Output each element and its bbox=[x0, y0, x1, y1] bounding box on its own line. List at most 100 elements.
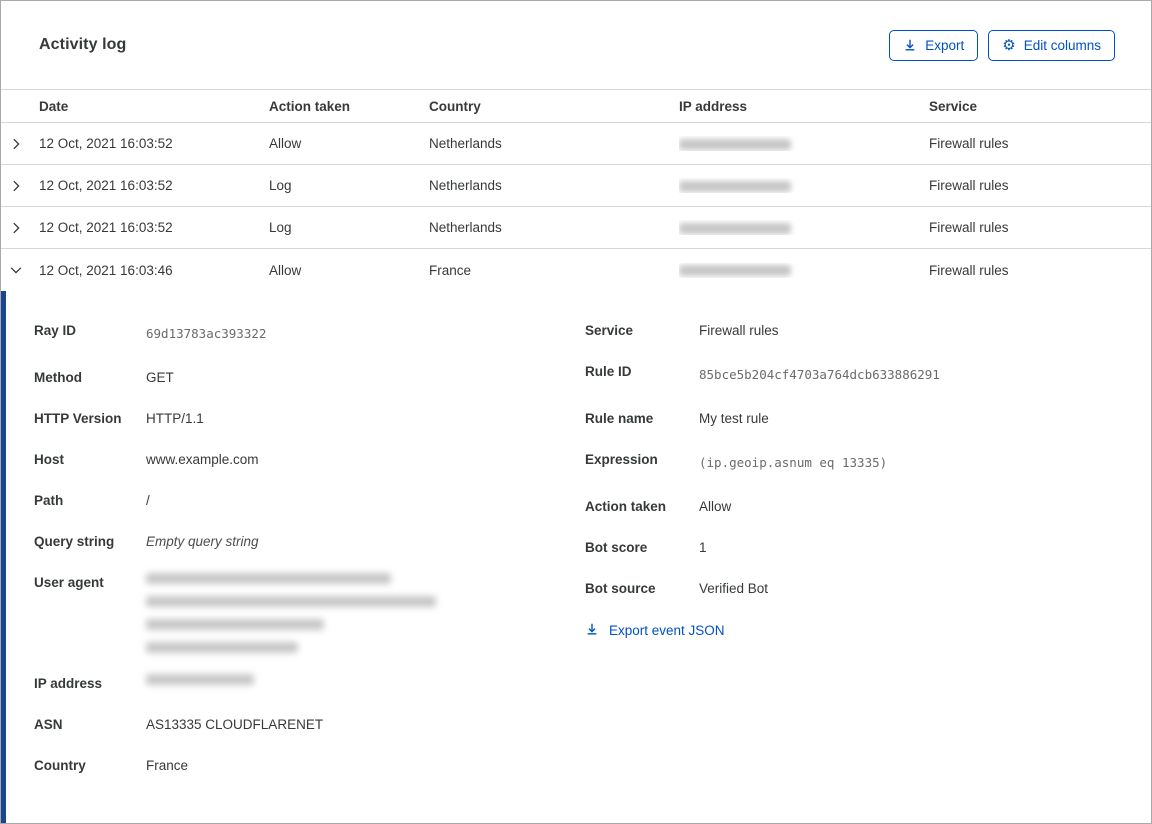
column-header-action-taken: Action taken bbox=[269, 98, 351, 114]
table-row-3[interactable]: 12 Oct, 2021 16:03:52 Log Netherlands Fi… bbox=[1, 207, 1151, 249]
detail-field-http-version: HTTP Version HTTP/1.1 bbox=[34, 409, 570, 429]
detail-field-value: www.example.com bbox=[146, 452, 259, 467]
detail-field-country: Country France bbox=[34, 756, 570, 776]
redacted-ip bbox=[679, 222, 791, 234]
redacted-value bbox=[146, 596, 436, 607]
detail-field-label: Method bbox=[34, 370, 82, 385]
detail-field-value bbox=[146, 674, 254, 694]
row-date: 12 Oct, 2021 16:03:52 bbox=[39, 136, 173, 151]
detail-field-label: Service bbox=[585, 323, 634, 338]
row-service: Firewall rules bbox=[929, 262, 1009, 278]
detail-field-bot-score: Bot score 1 bbox=[585, 538, 1131, 558]
row-ip-address bbox=[679, 263, 929, 278]
detail-field-label: User agent bbox=[34, 575, 104, 590]
row-service: Firewall rules bbox=[929, 220, 1009, 235]
redacted-ip bbox=[679, 138, 791, 150]
detail-field-host: Host www.example.com bbox=[34, 450, 570, 470]
detail-field-method: Method GET bbox=[34, 368, 570, 388]
chevron-right-icon[interactable] bbox=[1, 137, 39, 151]
redacted-value bbox=[146, 573, 391, 584]
detail-field-label: Expression bbox=[585, 452, 658, 467]
export-event-json-label: Export event JSON bbox=[609, 623, 725, 638]
detail-field-value: Firewall rules bbox=[699, 323, 779, 338]
detail-field-label: Action taken bbox=[585, 499, 667, 514]
detail-field-ray-id: Ray ID 69d13783ac393322 bbox=[34, 321, 570, 347]
detail-field-value: GET bbox=[146, 370, 174, 385]
detail-field-label: Rule name bbox=[585, 411, 654, 426]
detail-field-value bbox=[146, 573, 436, 653]
row-date: 12 Oct, 2021 16:03:46 bbox=[39, 262, 173, 278]
row-country: Netherlands bbox=[429, 136, 502, 151]
download-icon bbox=[903, 38, 917, 52]
topbar-actions: Export ⚙ Edit columns bbox=[889, 29, 1115, 61]
row-ip-address bbox=[679, 220, 929, 235]
detail-field-value: 85bce5b204cf4703a764dcb633886291 bbox=[699, 367, 940, 382]
table-row-4[interactable]: 12 Oct, 2021 16:03:46 Allow France Firew… bbox=[1, 249, 1151, 291]
gear-icon: ⚙ bbox=[1002, 36, 1016, 54]
row-ip-address bbox=[679, 178, 929, 193]
detail-field-user-agent: User agent bbox=[34, 573, 570, 653]
export-event-json-link[interactable]: Export event JSON bbox=[585, 622, 725, 639]
detail-field-label: Query string bbox=[34, 534, 115, 549]
row-action-taken: Log bbox=[269, 178, 292, 193]
detail-left-column: Ray ID 69d13783ac393322 Method GET HTTP Vers… bbox=[34, 321, 570, 803]
detail-field-label: Host bbox=[34, 452, 64, 467]
detail-field-value: My test rule bbox=[699, 411, 769, 426]
table-row-1[interactable]: 12 Oct, 2021 16:03:52 Allow Netherlands … bbox=[1, 123, 1151, 165]
column-header-ip-address: IP address bbox=[679, 98, 748, 114]
row-action-taken: Log bbox=[269, 220, 292, 235]
detail-field-query-string: Query string Empty query string bbox=[34, 532, 570, 552]
detail-field-value: AS13335 CLOUDFLARENET bbox=[146, 717, 324, 732]
activity-log-window: Activity log Export ⚙ Edit columns Date … bbox=[0, 0, 1152, 824]
detail-field-label: ASN bbox=[34, 717, 63, 732]
detail-field-label: Path bbox=[34, 493, 64, 508]
redacted-value bbox=[146, 619, 324, 630]
redacted-value bbox=[146, 674, 254, 685]
table-header-row: Date Action taken Country IP address Ser… bbox=[1, 89, 1151, 123]
table-row-2[interactable]: 12 Oct, 2021 16:03:52 Log Netherlands Fi… bbox=[1, 165, 1151, 207]
chevron-down-icon[interactable] bbox=[1, 263, 39, 277]
detail-field-value: 69d13783ac393322 bbox=[146, 326, 267, 341]
detail-field-value: (ip.geoip.asnum eq 13335) bbox=[699, 455, 888, 470]
row-service: Firewall rules bbox=[929, 136, 1009, 151]
activity-log-table: Date Action taken Country IP address Ser… bbox=[1, 89, 1151, 291]
edit-columns-button[interactable]: ⚙ Edit columns bbox=[988, 29, 1115, 61]
column-header-country: Country bbox=[429, 98, 481, 114]
detail-field-label: Bot source bbox=[585, 581, 656, 596]
detail-field-label: Country bbox=[34, 758, 86, 773]
row-date: 12 Oct, 2021 16:03:52 bbox=[39, 178, 173, 193]
row-date: 12 Oct, 2021 16:03:52 bbox=[39, 220, 173, 235]
edit-columns-button-label: Edit columns bbox=[1023, 37, 1101, 53]
detail-field-label: Bot score bbox=[585, 540, 648, 555]
detail-field-label: HTTP Version bbox=[34, 411, 122, 426]
detail-field-value: HTTP/1.1 bbox=[146, 411, 204, 426]
detail-field-rule-id: Rule ID 85bce5b204cf4703a764dcb633886291 bbox=[585, 362, 1131, 388]
row-country: Netherlands bbox=[429, 220, 502, 235]
detail-field-path: Path / bbox=[34, 491, 570, 511]
detail-right-column: Service Firewall rules Rule ID 85bce5b204cf… bbox=[585, 321, 1131, 803]
row-service: Firewall rules bbox=[929, 178, 1009, 193]
detail-field-asn: ASN AS13335 CLOUDFLARENET bbox=[34, 715, 570, 735]
detail-field-value: 1 bbox=[699, 540, 707, 555]
redacted-value bbox=[146, 642, 298, 653]
row-action-taken: Allow bbox=[269, 136, 302, 151]
row-ip-address bbox=[679, 136, 929, 151]
detail-field-action-taken: Action taken Allow bbox=[585, 497, 1131, 517]
redacted-ip bbox=[679, 265, 791, 277]
download-icon bbox=[585, 622, 599, 639]
chevron-right-icon[interactable] bbox=[1, 221, 39, 235]
chevron-right-icon[interactable] bbox=[1, 179, 39, 193]
detail-field-service: Service Firewall rules bbox=[585, 321, 1131, 341]
detail-field-label: IP address bbox=[34, 676, 103, 691]
event-detail-panel: Ray ID 69d13783ac393322 Method GET HTTP Vers… bbox=[1, 291, 1151, 823]
redacted-ip bbox=[679, 180, 791, 192]
column-header-service: Service bbox=[929, 98, 978, 114]
row-country: Netherlands bbox=[429, 178, 502, 193]
row-action-taken: Allow bbox=[269, 262, 302, 278]
detail-field-value: Verified Bot bbox=[699, 581, 769, 596]
export-button[interactable]: Export bbox=[889, 29, 979, 61]
detail-field-label: Ray ID bbox=[34, 323, 77, 338]
row-country: France bbox=[429, 262, 472, 278]
topbar: Activity log Export ⚙ Edit columns bbox=[1, 1, 1151, 89]
column-header-date: Date bbox=[39, 98, 69, 114]
